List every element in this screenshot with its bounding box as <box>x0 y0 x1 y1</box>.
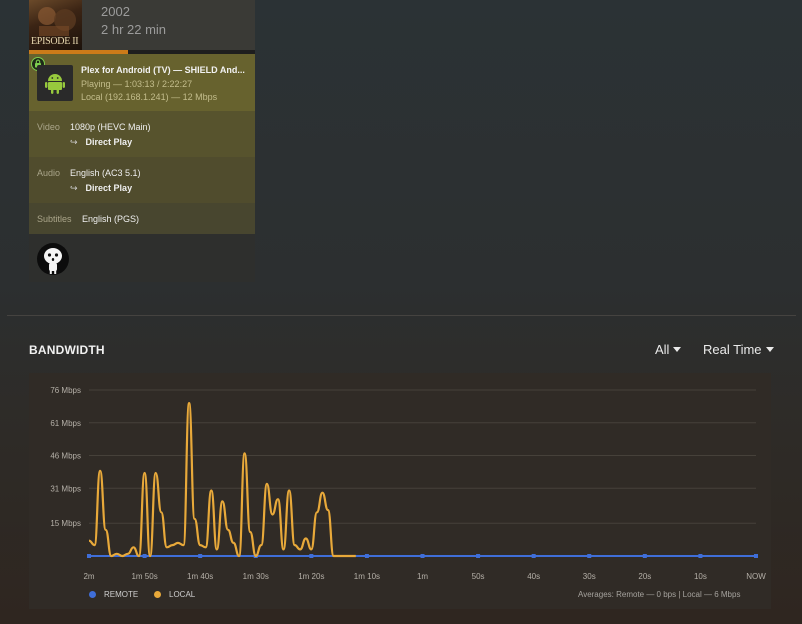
section-divider <box>7 315 796 316</box>
audio-decision-text: Direct Play <box>85 183 133 193</box>
audio-stream-row: Audio English (AC3 5.1) ↪ Direct Play <box>29 157 255 203</box>
movie-runtime: 2 hr 22 min <box>101 22 167 37</box>
x-tick-label: 50s <box>472 572 485 581</box>
bandwidth-filter-label: All <box>655 342 670 357</box>
legend-remote[interactable]: REMOTE <box>89 590 138 599</box>
subtitles-row: Subtitles English (PGS) <box>29 203 255 234</box>
x-tick-label: 20s <box>638 572 651 581</box>
x-tick-label: 1m 20s <box>298 572 324 581</box>
video-stream-row: Video 1080p (HEVC Main) ↪ Direct Play <box>29 111 255 157</box>
time-range-label: Real Time <box>703 342 762 357</box>
data-point-remote <box>754 554 758 558</box>
audio-value: English (AC3 5.1) <box>70 168 141 178</box>
x-tick-label: 1m 30s <box>243 572 269 581</box>
data-point-remote <box>587 554 592 558</box>
movie-poster[interactable]: EPISODE II <box>29 0 82 50</box>
kodama-avatar-icon <box>44 248 62 274</box>
bandwidth-averages: Averages: Remote — 0 bps | Local — 6 Mbp… <box>578 590 741 599</box>
time-range-dropdown[interactable]: Real Time <box>703 342 774 357</box>
poster-title: EPISODE II <box>31 36 79 47</box>
y-tick-label: 31 Mbps <box>50 484 81 493</box>
bandwidth-chart-panel: 76 Mbps 61 Mbps 46 Mbps 31 Mbps 15 Mbps 2m 1m … <box>29 373 771 609</box>
connection-info: Local (192.168.1.241) — 12 Mbps <box>81 92 218 102</box>
direct-play-arrow-icon: ↪ <box>70 137 78 147</box>
subtitles-label: Subtitles <box>37 214 72 224</box>
data-point-remote <box>531 554 536 558</box>
legend-local-dot <box>154 591 161 598</box>
x-tick-label: 1m 40s <box>187 572 213 581</box>
audio-decision: ↪ Direct Play <box>70 183 132 194</box>
video-label: Video <box>37 122 60 132</box>
y-tick-label: 46 Mbps <box>50 452 81 461</box>
android-icon <box>37 65 73 101</box>
x-tick-label: NOW <box>746 572 766 581</box>
data-point-remote <box>87 554 91 558</box>
x-tick-label: 2m <box>83 572 94 581</box>
audio-label: Audio <box>37 168 61 178</box>
data-point-remote <box>142 554 147 558</box>
user-row <box>29 234 255 282</box>
x-tick-label: 1m 50s <box>131 572 157 581</box>
session-card[interactable]: EPISODE II 2002 2 hr 22 min Plex for And… <box>29 0 255 282</box>
movie-year: 2002 <box>101 4 130 19</box>
legend-local[interactable]: LOCAL <box>154 590 195 599</box>
playback-state: Playing — 1:03:13 / 2:22:27 <box>81 79 193 89</box>
data-point-remote <box>476 554 481 558</box>
player-info: Plex for Android (TV) — SHIELD And... Pl… <box>29 54 255 111</box>
data-point-remote <box>198 554 203 558</box>
video-value: 1080p (HEVC Main) <box>70 122 151 132</box>
direct-play-arrow-icon: ↪ <box>70 183 78 193</box>
bandwidth-filter-dropdown[interactable]: All <box>655 342 682 357</box>
chevron-down-icon <box>673 347 682 352</box>
bandwidth-chart: 76 Mbps 61 Mbps 46 Mbps 31 Mbps 15 Mbps 2m 1m … <box>50 386 766 581</box>
data-point-remote <box>420 554 425 558</box>
legend-local-label: LOCAL <box>169 590 196 599</box>
video-decision: ↪ Direct Play <box>70 137 132 148</box>
video-decision-text: Direct Play <box>85 137 133 147</box>
data-point-remote <box>698 554 703 558</box>
y-tick-label: 61 Mbps <box>50 419 81 428</box>
data-point-remote <box>309 554 314 558</box>
x-tick-label: 1m <box>417 572 428 581</box>
x-tick-label: 1m 10s <box>354 572 380 581</box>
bandwidth-title: BANDWIDTH <box>29 343 105 357</box>
legend-remote-label: REMOTE <box>104 590 139 599</box>
x-tick-label: 40s <box>527 572 540 581</box>
x-tick-label: 10s <box>694 572 707 581</box>
data-point-remote <box>642 554 647 558</box>
subtitles-value: English (PGS) <box>82 214 140 224</box>
y-tick-label: 15 Mbps <box>50 519 81 528</box>
y-tick-label: 76 Mbps <box>50 386 81 395</box>
avatar[interactable] <box>37 243 69 275</box>
x-tick-label: 30s <box>583 572 596 581</box>
player-name: Plex for Android (TV) — SHIELD And... <box>81 65 245 75</box>
legend-remote-dot <box>89 591 96 598</box>
series-line-local <box>88 402 356 558</box>
data-point-remote <box>364 554 369 558</box>
chevron-down-icon <box>765 347 774 352</box>
